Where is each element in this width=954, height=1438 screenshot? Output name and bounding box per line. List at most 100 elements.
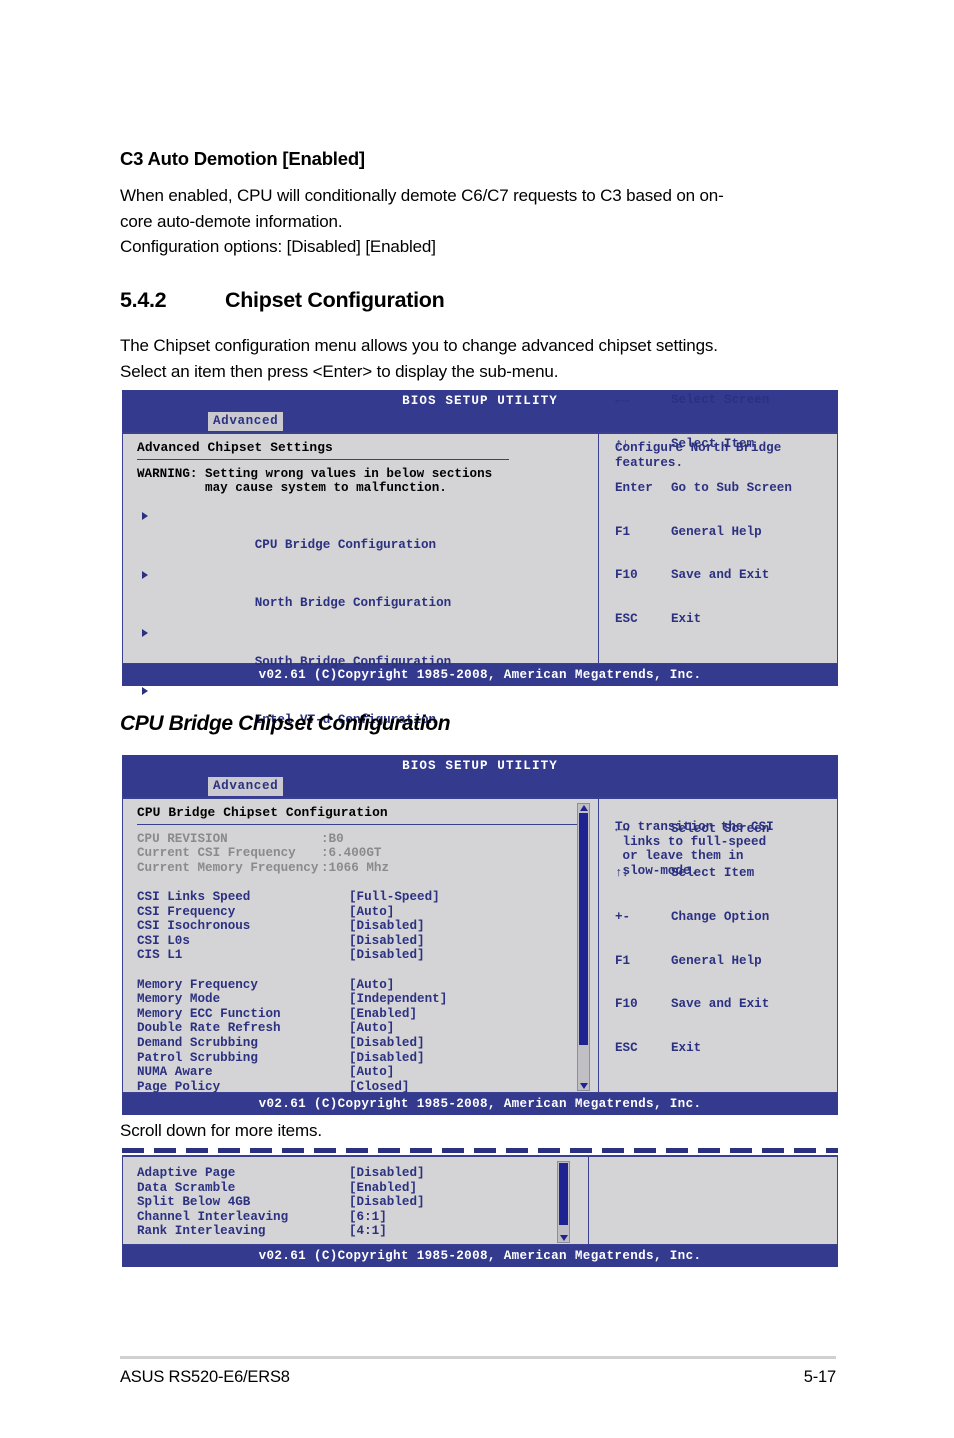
setting-row-split-below-4gb[interactable]: Split Below 4GB [Disabled] [137, 1195, 588, 1210]
nav-key-desc: Go to Sub Screen [671, 480, 792, 495]
setting-row-adaptive-page[interactable]: Adaptive Page [Disabled] [137, 1166, 588, 1181]
title-divider-1 [137, 458, 509, 460]
menu-item-cpu-bridge[interactable]: CPU Bridge Configuration [137, 509, 598, 567]
row-value: [Disabled] [349, 919, 425, 934]
tab-advanced-1[interactable]: Advanced [208, 412, 284, 431]
nav-key-desc: General Help [671, 953, 762, 968]
bios-body-3: Adaptive Page [Disabled] Data Scramble [En… [122, 1155, 838, 1245]
setting-row-cis-l1[interactable]: CIS L1 [Disabled] [137, 948, 598, 963]
setting-row-data-scramble[interactable]: Data Scramble [Enabled] [137, 1181, 588, 1196]
section-542-heading: 5.4.2 Chipset Configuration [120, 288, 836, 313]
setting-row-memory-ecc-function[interactable]: Memory ECC Function [Enabled] [137, 1007, 598, 1022]
scroll-up-arrow-icon[interactable] [579, 805, 588, 811]
menu-item-label: South Bridge Configuration [254, 654, 452, 669]
section-number: 5.4.2 [120, 288, 167, 312]
setting-row-memory-frequency[interactable]: Memory Frequency [Auto] [137, 978, 598, 993]
row-value: [Enabled] [349, 1006, 418, 1021]
setting-row-csi-links-speed[interactable]: CSI Links Speed [Full-Speed] [137, 890, 598, 905]
menu-item-label: North Bridge Configuration [254, 596, 452, 611]
menu-item-north-bridge[interactable]: North Bridge Configuration [137, 567, 598, 625]
row-label: Memory Mode [137, 992, 221, 1007]
row-label: CSI L0s [137, 933, 190, 948]
nav-key-row: ↑↓ Select Item [615, 866, 769, 881]
bios-body-2: CPU Bridge Chipset Configuration CPU REV… [122, 797, 838, 1095]
setting-row-csi-isochronous[interactable]: CSI Isochronous [Disabled] [137, 919, 598, 934]
bios-screen-advanced-chipset: BIOS SETUP UTILITY Advanced Advanced Chi… [122, 390, 838, 727]
row-value: [Enabled] [349, 1180, 418, 1195]
nav-key-row: ←→ Select Screen [615, 822, 769, 837]
row-value: [6:1] [349, 1209, 387, 1224]
row-value: [Independent] [349, 992, 448, 1007]
continuation-dashline-wrap [122, 1146, 838, 1155]
tab-advanced-2[interactable]: Advanced [208, 777, 284, 796]
scroll-down-arrow-icon[interactable] [559, 1235, 568, 1241]
memory-rows-group: Memory Frequency [Auto] Memory Mode [Indep… [137, 978, 598, 1095]
footer-product-name: ASUS RS520-E6/ERS8 [120, 1368, 290, 1386]
nav-key-desc: Select Item [671, 437, 755, 452]
c3-para-line-3: Configuration options: [Disabled] [Enabl… [120, 237, 436, 256]
row-value: [Auto] [349, 977, 395, 992]
nav-key-desc: Exit [671, 612, 702, 627]
setting-row-demand-scrubbing[interactable]: Demand Scrubbing [Disabled] [137, 1036, 598, 1051]
row-value: [Auto] [349, 1065, 395, 1080]
nav-key-label: F1 [615, 524, 631, 539]
setting-row-page-policy[interactable]: Page Policy [Closed] [137, 1080, 598, 1095]
scrollbar-3[interactable] [557, 1161, 570, 1243]
row-label: NUMA Aware [137, 1065, 213, 1080]
bios-copyright-2: v02.61 (C)Copyright 1985-2008, American … [122, 1093, 838, 1115]
triangle-right-icon [142, 570, 148, 579]
row-value: [Auto] [349, 1021, 395, 1036]
nav-key-label: ESC [615, 1041, 638, 1056]
bios-screen-cpu-bridge: BIOS SETUP UTILITY Advanced CPU Bridge C… [122, 755, 838, 1115]
setting-row-numa-aware[interactable]: NUMA Aware [Auto] [137, 1065, 598, 1080]
nav-keys-1: ←→ Select Screen ↑↓ Select Item Enter Go to… [615, 364, 792, 656]
setting-row-channel-interleaving[interactable]: Channel Interleaving [6:1] [137, 1210, 588, 1225]
scroll-down-arrow-icon[interactable] [579, 1083, 588, 1089]
setting-row-csi-l0s[interactable]: CSI L0s [Disabled] [137, 934, 598, 949]
row-label: Current CSI Frequency [137, 846, 296, 861]
row-label: Patrol Scrubbing [137, 1050, 258, 1065]
setting-row-patrol-scrubbing[interactable]: Patrol Scrubbing [Disabled] [137, 1051, 598, 1066]
bios-help-pane-3 [589, 1157, 837, 1244]
cpu-bridge-caption: CPU Bridge Chipset Configuration [120, 712, 451, 735]
c3-para-line-2: core auto-demote information. [120, 211, 343, 231]
row-label: Page Policy [137, 1079, 221, 1094]
menu-item-south-bridge[interactable]: South Bridge Configuration [137, 626, 598, 684]
setting-row-memory-mode[interactable]: Memory Mode [Independent] [137, 992, 598, 1007]
scrollbar-2[interactable] [577, 803, 590, 1091]
nav-keys-2: ←→ Select Screen ↑↓ Select Item +- Change O… [615, 793, 769, 1085]
bios-help-pane-2: To transition the CSI links to full-spee… [599, 799, 837, 1092]
scrollbar-thumb[interactable] [579, 813, 588, 1045]
bios-copyright-3: v02.61 (C)Copyright 1985-2008, American … [122, 1245, 838, 1267]
arrow-left-right-icon: ←→ [615, 393, 629, 408]
triangle-right-icon [142, 687, 148, 696]
row-label: Double Rate Refresh [137, 1021, 281, 1036]
nav-key-row: F10 Save and Exit [615, 568, 792, 583]
warning-line-1: WARNING: Setting wrong values in below s… [137, 466, 493, 481]
row-value: [Auto] [349, 904, 395, 919]
footer-divider [120, 1356, 836, 1359]
nav-key-row: F10 Save and Exit [615, 997, 769, 1012]
nav-key-label: F10 [615, 997, 638, 1012]
bios-settings-pane-2: CPU Bridge Chipset Configuration CPU REV… [123, 799, 599, 1095]
info-row-cpu-revision: CPU REVISION:B0 [137, 832, 598, 847]
nav-key-desc: Save and Exit [671, 997, 770, 1012]
nav-key-desc: Save and Exit [671, 568, 770, 583]
info-row-current-memory-frequency: Current Memory Frequency:1066 Mhz [137, 861, 598, 876]
row-label: Split Below 4GB [137, 1195, 251, 1210]
s542-para-line-1: The Chipset configuration menu allows yo… [120, 336, 718, 355]
bios-settings-pane-3: Adaptive Page [Disabled] Data Scramble [En… [123, 1157, 589, 1244]
dashed-divider [122, 1148, 838, 1153]
submenu-list-1: CPU Bridge Configuration North Bridge Co… [137, 509, 598, 743]
scrollbar-thumb[interactable] [559, 1163, 568, 1225]
nav-key-row: F1 General Help [615, 525, 792, 540]
setting-row-double-rate-refresh[interactable]: Double Rate Refresh [Auto] [137, 1021, 598, 1036]
arrow-left-right-icon: ←→ [615, 822, 629, 837]
row-label: Rank Interleaving [137, 1224, 266, 1239]
row-value: [Disabled] [349, 1050, 425, 1065]
setting-row-csi-frequency[interactable]: CSI Frequency [Auto] [137, 905, 598, 920]
setting-row-rank-interleaving[interactable]: Rank Interleaving [4:1] [137, 1224, 588, 1239]
row-label: CSI Isochronous [137, 919, 251, 934]
nav-key-desc: General Help [671, 524, 762, 539]
nav-key-row: ←→ Select Screen [615, 393, 792, 408]
